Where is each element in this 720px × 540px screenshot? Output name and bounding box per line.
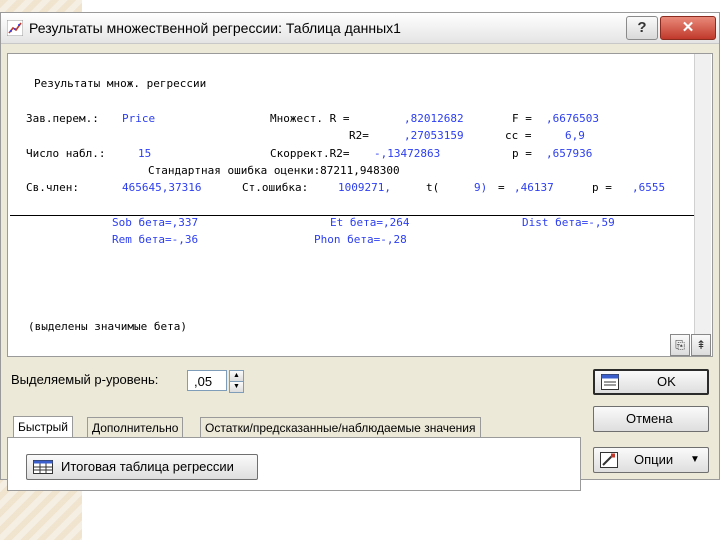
intercept-value: 465645,37316 — [122, 181, 202, 194]
spin-up-icon: ▲ — [233, 372, 240, 379]
p-label: p = — [512, 147, 532, 160]
beta-dist: Dist бета=-,59 — [522, 216, 615, 229]
adj-r2-label: Скоррект.R2= — [270, 147, 350, 160]
results-text-area[interactable]: Результаты множ. регрессии Зав.перем.: P… — [7, 53, 713, 357]
t-value: ,46137 — [514, 181, 554, 194]
f-value: ,6676503 — [546, 112, 599, 125]
options-button[interactable]: Опции ▼ — [593, 447, 709, 473]
f-label: F = — [512, 112, 532, 125]
copy-button[interactable]: ⎘ — [670, 334, 690, 356]
help-button[interactable]: ? — [626, 16, 658, 40]
p2-value: ,6555 — [632, 181, 666, 194]
close-icon: ✕ — [681, 19, 695, 36]
n-value: 15 — [138, 147, 152, 160]
beta-et: Et бета=,264 — [330, 216, 410, 229]
regression-results-dialog: Результаты множественной регрессии: Табл… — [0, 12, 720, 491]
se-value: 1009271, — [338, 181, 391, 194]
adj-r2-value: -,13472863 — [374, 147, 441, 160]
table-icon — [33, 460, 53, 474]
cc-value: 6,9 — [565, 129, 585, 142]
beta-rem: Rem бета=-,36 — [112, 233, 199, 246]
beta-sob: Sob бета=,337 — [112, 216, 199, 229]
se-label: Ст.ошибка: — [242, 181, 309, 194]
close-button[interactable]: ✕ — [660, 16, 716, 40]
footnote: (выделены значимые бета) — [28, 320, 187, 333]
p-level-label: Выделяемый р-уровень: — [11, 372, 159, 387]
title-bar: Результаты множественной регрессии: Табл… — [1, 13, 719, 44]
dep-var-value: Price — [122, 112, 156, 125]
options-label: Опции — [634, 452, 674, 467]
p-value: ,657936 — [546, 147, 593, 160]
chevron-down-icon: ▼ — [690, 454, 700, 465]
r2-label: R2= — [349, 129, 369, 142]
cancel-button[interactable]: Отмена — [593, 406, 709, 432]
beta-phon: Phon бета=-,28 — [314, 233, 407, 246]
copy-icon: ⎘ — [675, 338, 685, 352]
mult-r-value: ,82012682 — [404, 112, 464, 125]
vertical-scrollbar[interactable] — [694, 54, 711, 354]
t-label: t( — [426, 181, 440, 194]
pin-button[interactable]: ⇞ — [691, 334, 711, 356]
window-title: Результаты множественной регрессии: Табл… — [29, 20, 401, 36]
tab-advanced[interactable]: Дополнительно — [87, 417, 184, 437]
n-label: Число набл.: — [26, 147, 106, 160]
r2-value: ,27053159 — [404, 129, 464, 142]
t-df: 9) — [474, 181, 488, 194]
dep-var-label: Зав.перем.: — [26, 112, 99, 125]
p2-label: p = — [592, 181, 612, 194]
cancel-label: Отмена — [626, 411, 673, 426]
ok-icon — [601, 374, 619, 390]
app-icon — [7, 20, 23, 36]
cc-label: сс = — [505, 129, 532, 142]
tab-quick[interactable]: Быстрый — [13, 416, 73, 438]
results-header: Результаты множ. регрессии — [34, 77, 207, 90]
pin-icon: ⇞ — [695, 338, 707, 352]
summary-table-label: Итоговая таблица регрессии — [61, 459, 234, 474]
t-eq: = — [498, 181, 505, 194]
p-level-input[interactable]: ,05 — [187, 370, 227, 391]
se-estimate: Стандартная ошибка оценки:87211,948300 — [148, 164, 400, 177]
tab-panel: Итоговая таблица регрессии — [7, 437, 581, 491]
help-icon: ? — [637, 19, 647, 36]
options-icon — [600, 452, 618, 468]
tab-residuals[interactable]: Остатки/предсказанные/наблюдаемые значен… — [200, 417, 481, 437]
intercept-label: Св.член: — [26, 181, 79, 194]
ok-label: OK — [657, 374, 676, 389]
spin-down-icon: ▼ — [233, 383, 240, 390]
mult-r-label: Множест. R = — [270, 112, 350, 125]
ok-button[interactable]: OK — [593, 369, 709, 395]
spin-down-button[interactable]: ▼ — [229, 381, 244, 393]
summary-table-button[interactable]: Итоговая таблица регрессии — [26, 454, 258, 480]
